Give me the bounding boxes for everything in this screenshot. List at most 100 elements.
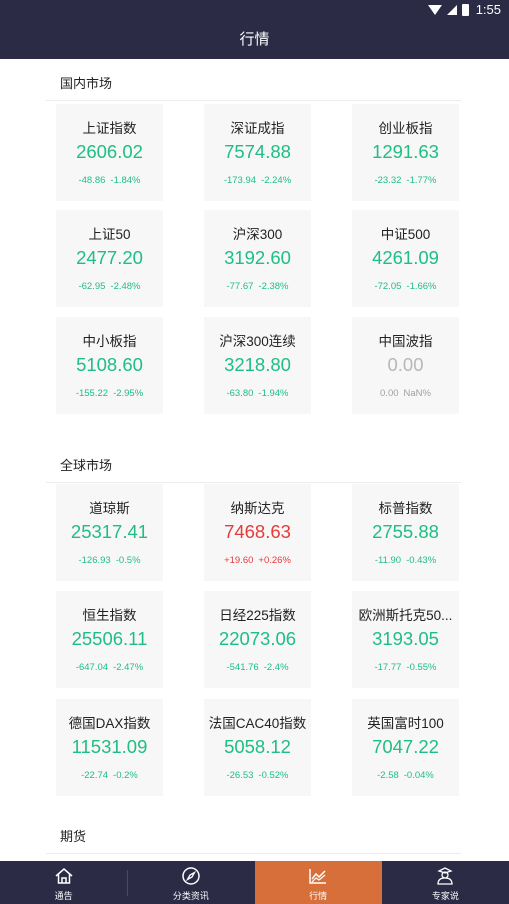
change-value: -63.80 bbox=[226, 388, 254, 399]
index-price: 7574.88 bbox=[224, 141, 291, 162]
change-value: -26.53 bbox=[226, 770, 254, 781]
market-card[interactable]: 标普指数 2755.88 -11.90 -0.43% bbox=[352, 484, 459, 581]
tab-market[interactable]: 行情 bbox=[254, 861, 382, 904]
page-title: 行情 bbox=[239, 31, 270, 48]
index-name: 沪深300 bbox=[232, 227, 283, 242]
index-price: 22073.06 bbox=[218, 628, 297, 649]
tab-news[interactable]: 分类资讯 bbox=[127, 861, 254, 904]
expert-icon bbox=[437, 867, 454, 885]
index-name: 英国富时100 bbox=[367, 716, 444, 731]
change-value: -541.76 bbox=[226, 662, 259, 673]
index-price: 25506.11 bbox=[71, 628, 148, 649]
index-change: -22.74 -0.2% bbox=[56, 770, 163, 781]
change-value: -22.74 bbox=[81, 770, 109, 781]
market-card[interactable]: 上证指数 2606.02 -48.86 -1.84% bbox=[56, 104, 163, 201]
status-bar: 1:55 bbox=[0, 0, 509, 21]
index-name: 标普指数 bbox=[378, 501, 433, 516]
market-card[interactable]: 深证成指 7574.88 -173.94 -2.24% bbox=[204, 104, 311, 201]
change-percent: -0.55% bbox=[406, 662, 437, 673]
market-card[interactable]: 日经225指数 22073.06 -541.76 -2.4% bbox=[204, 591, 311, 688]
market-card[interactable]: 德国DAX指数 11531.09 -22.74 -0.2% bbox=[56, 699, 163, 796]
market-card[interactable]: 欧洲斯托克50... 3193.05 -17.77 -0.55% bbox=[352, 591, 459, 688]
market-card[interactable]: 英国富时100 7047.22 -2.58 -0.04% bbox=[352, 699, 459, 796]
index-price: 2606.02 bbox=[76, 141, 143, 162]
index-name: 德国DAX指数 bbox=[68, 716, 151, 731]
change-value: 0.00 bbox=[380, 388, 399, 399]
change-percent: -1.84% bbox=[110, 175, 141, 186]
market-card[interactable]: 道琼斯 25317.41 -126.93 -0.5% bbox=[56, 484, 163, 581]
change-value: -17.77 bbox=[374, 662, 402, 673]
bottom-nav: 通告 分类资讯 行情 专家说 bbox=[0, 861, 509, 904]
index-price: 3218.80 bbox=[224, 354, 291, 375]
tab-notice[interactable]: 通告 bbox=[0, 861, 127, 904]
section-header-futures: 期货 bbox=[46, 812, 461, 854]
index-name: 日经225指数 bbox=[219, 608, 296, 623]
market-content[interactable]: 国内市场 上证指数 2606.02 -48.86 -1.84% 深证成指 7574.88 -… bbox=[0, 59, 509, 861]
index-change: +19.60 +0.26% bbox=[204, 555, 311, 566]
change-value: -126.93 bbox=[78, 555, 111, 566]
index-change: -126.93 -0.5% bbox=[56, 555, 163, 566]
index-price: 7468.63 bbox=[224, 521, 291, 542]
index-price: 7047.22 bbox=[372, 736, 439, 757]
market-card[interactable]: 沪深300 3192.60 -77.67 -2.38% bbox=[204, 210, 311, 307]
tab-label: 分类资讯 bbox=[172, 891, 209, 901]
change-percent: NaN% bbox=[403, 388, 431, 399]
index-change: -11.90 -0.43% bbox=[352, 555, 459, 566]
market-card[interactable]: 法国CAC40指数 5058.12 -26.53 -0.52% bbox=[204, 699, 311, 796]
market-card[interactable]: 沪深300连续 3218.80 -63.80 -1.94% bbox=[204, 317, 311, 414]
index-name: 恒生指数 bbox=[82, 608, 137, 623]
market-card[interactable]: 上证50 2477.20 -62.95 -2.48% bbox=[56, 210, 163, 307]
market-card[interactable]: 中国波指 0.00 0.00 NaN% bbox=[352, 317, 459, 414]
change-value: -2.58 bbox=[377, 770, 399, 781]
index-price: 5058.12 bbox=[224, 736, 291, 757]
section-header-domestic: 国内市场 bbox=[46, 59, 461, 101]
section-title-futures: 期货 bbox=[60, 829, 87, 844]
index-change: -72.05 -1.66% bbox=[352, 281, 459, 292]
index-name: 上证指数 bbox=[82, 121, 137, 136]
change-percent: -2.95% bbox=[113, 388, 144, 399]
change-value: -23.32 bbox=[374, 175, 402, 186]
change-percent: -0.2% bbox=[113, 770, 138, 781]
status-time: 1:55 bbox=[475, 2, 501, 17]
index-change: -173.94 -2.24% bbox=[204, 175, 311, 186]
change-percent: -0.43% bbox=[406, 555, 437, 566]
change-percent: -2.38% bbox=[258, 281, 289, 292]
index-name: 创业板指 bbox=[378, 121, 433, 136]
index-price: 2755.88 bbox=[372, 521, 439, 542]
market-card[interactable]: 中小板指 5108.60 -155.22 -2.95% bbox=[56, 317, 163, 414]
change-percent: -0.5% bbox=[115, 555, 141, 566]
change-percent: -1.77% bbox=[406, 175, 437, 186]
index-change: -62.95 -2.48% bbox=[56, 281, 163, 292]
change-value: -173.94 bbox=[223, 175, 257, 186]
index-change: -155.22 -2.95% bbox=[56, 388, 163, 399]
index-price: 2477.20 bbox=[76, 247, 143, 268]
section-title-domestic: 国内市场 bbox=[60, 76, 113, 91]
index-change: -2.58 -0.04% bbox=[352, 770, 459, 781]
index-price: 1291.63 bbox=[372, 141, 439, 162]
index-change: -48.86 -1.84% bbox=[56, 175, 163, 186]
page-title-bar: 行情 bbox=[0, 21, 509, 59]
change-value: +19.60 bbox=[224, 555, 254, 566]
market-card[interactable]: 恒生指数 25506.11 -647.04 -2.47% bbox=[56, 591, 163, 688]
change-value: -48.86 bbox=[78, 175, 106, 186]
index-price: 4261.09 bbox=[372, 247, 439, 268]
change-percent: -0.52% bbox=[258, 770, 289, 781]
market-card[interactable]: 中证500 4261.09 -72.05 -1.66% bbox=[352, 210, 459, 307]
compass-icon bbox=[182, 867, 200, 885]
market-card[interactable]: 纳斯达克 7468.63 +19.60 +0.26% bbox=[204, 484, 311, 581]
change-percent: -1.94% bbox=[258, 388, 289, 399]
index-name: 道琼斯 bbox=[89, 501, 130, 516]
tab-label: 行情 bbox=[309, 891, 328, 901]
index-change: 0.00 NaN% bbox=[352, 388, 459, 399]
change-value: -62.95 bbox=[78, 281, 106, 292]
trend-chart-icon bbox=[309, 869, 327, 884]
home-icon bbox=[55, 868, 73, 884]
section-header-global: 全球市场 bbox=[46, 441, 461, 483]
change-percent: -2.24% bbox=[261, 175, 292, 186]
market-card[interactable]: 创业板指 1291.63 -23.32 -1.77% bbox=[352, 104, 459, 201]
change-value: -155.22 bbox=[75, 388, 109, 399]
battery-icon bbox=[461, 3, 469, 16]
index-name: 中证500 bbox=[380, 227, 431, 242]
change-percent: -0.04% bbox=[403, 770, 434, 781]
tab-expert[interactable]: 专家说 bbox=[382, 861, 509, 904]
